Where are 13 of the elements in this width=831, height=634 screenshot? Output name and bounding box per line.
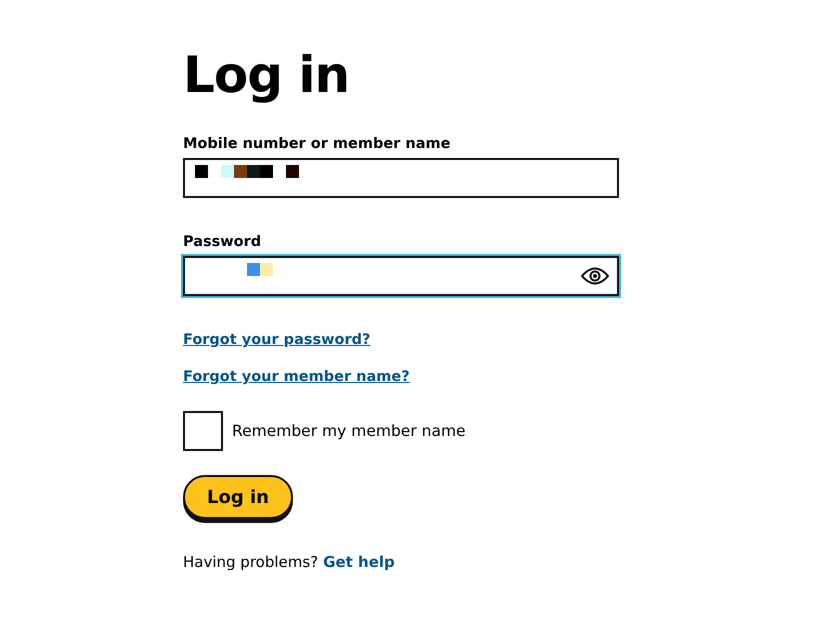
checkbox[interactable] bbox=[183, 411, 223, 451]
help-link[interactable]: Get help bbox=[323, 553, 395, 571]
link[interactable]: Forgot your password? bbox=[183, 332, 370, 348]
field-label: Password bbox=[183, 234, 262, 250]
link[interactable]: Forgot your member name? bbox=[183, 369, 410, 385]
field-label: Mobile number or member name bbox=[183, 136, 450, 152]
eye-icon[interactable] bbox=[581, 267, 609, 285]
page-title: Log in bbox=[183, 45, 350, 106]
checkbox-label: Remember my member name bbox=[232, 422, 466, 440]
input-field[interactable] bbox=[183, 158, 619, 198]
password-field[interactable] bbox=[183, 256, 619, 296]
redaction-drawing bbox=[247, 262, 273, 276]
help-text: Having problems? bbox=[183, 553, 318, 571]
